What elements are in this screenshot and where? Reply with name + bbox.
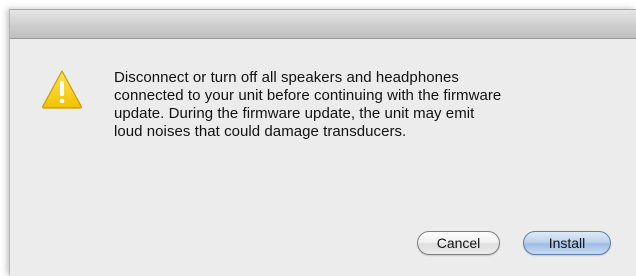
cancel-button[interactable]: Cancel bbox=[417, 231, 500, 255]
warning-triangle-icon bbox=[41, 69, 83, 109]
dialog-titlebar bbox=[10, 10, 636, 39]
message-line: loud noises that could damage transducer… bbox=[114, 123, 407, 140]
message-line: update. During the firmware update, the … bbox=[114, 105, 475, 122]
message-line: connected to your unit before continuing… bbox=[114, 87, 502, 104]
dialog-content: Disconnect or turn off all speakers and … bbox=[10, 39, 636, 276]
message-line: Disconnect or turn off all speakers and … bbox=[114, 69, 459, 86]
alert-dialog: Disconnect or turn off all speakers and … bbox=[9, 9, 636, 276]
install-button[interactable]: Install bbox=[523, 231, 611, 255]
alert-message: Disconnect or turn off all speakers and … bbox=[114, 69, 614, 141]
